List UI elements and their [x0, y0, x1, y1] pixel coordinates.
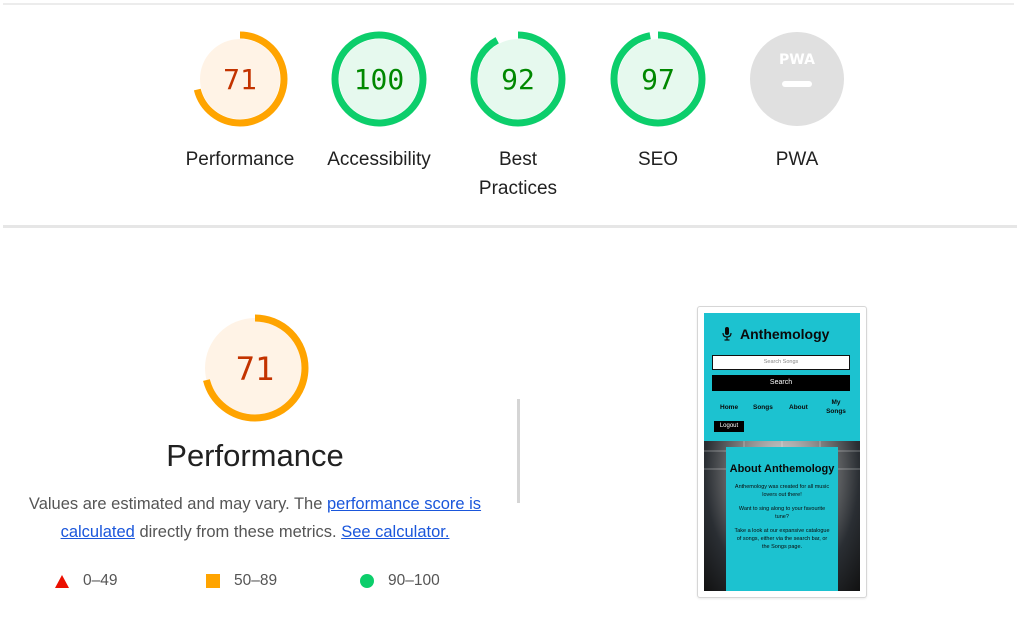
legend-pass: 90–100 — [360, 572, 440, 590]
gauge-seo[interactable]: 97 SEO — [588, 31, 728, 174]
about-card: About Anthemology Anthemology was create… — [726, 447, 838, 591]
pwa-dash-icon — [782, 81, 812, 87]
legend-average: 50–89 — [206, 572, 277, 590]
score-legend: 0–49 50–89 90–100 — [55, 572, 475, 596]
site-search-button[interactable]: Search — [712, 375, 850, 391]
site-nav: Home Songs About My Songs — [714, 398, 854, 419]
final-screenshot-thumbnail[interactable]: Anthemology Search Songs Search Home Son… — [697, 306, 867, 598]
about-card-paragraph: Anthemology was created for all music lo… — [734, 484, 830, 498]
site-nav-home[interactable]: Home — [720, 404, 738, 411]
vertical-divider — [517, 399, 520, 503]
gauge-label-performance: Performance — [185, 149, 295, 170]
performance-description: Values are estimated and may vary. The p… — [20, 490, 490, 546]
circle-icon — [360, 574, 374, 588]
gauge-label-best-practices: Best Practices — [478, 149, 558, 199]
gauge-accessibility[interactable]: 100 Accessibility — [309, 31, 449, 174]
big-gauge-score: 71 — [236, 350, 275, 388]
legend-range: 50–89 — [234, 572, 278, 589]
site-brand[interactable]: Anthemology — [722, 326, 829, 342]
gauge-label-seo: SEO — [637, 149, 679, 170]
legend-range: 90–100 — [388, 572, 440, 589]
accessibility-gauge-ring: 100 — [331, 31, 427, 127]
square-icon — [206, 574, 220, 588]
gauge-score: 71 — [223, 63, 257, 96]
site-header: Anthemology Search Songs Search Home Son… — [704, 313, 860, 441]
performance-title: Performance — [166, 438, 344, 473]
triangle-icon — [55, 574, 69, 588]
legend-range: 0–49 — [83, 572, 118, 589]
gauge-best-practices[interactable]: 92 Best Practices — [448, 31, 588, 203]
site-nav-about[interactable]: About — [789, 404, 808, 411]
screenshot-screen: Anthemology Search Songs Search Home Son… — [704, 313, 860, 591]
gauge-score: 100 — [354, 63, 405, 96]
site-logout-button[interactable]: Logout — [714, 421, 744, 432]
seo-gauge-ring: 97 — [610, 31, 706, 127]
site-brand-name: Anthemology — [740, 326, 830, 342]
section-divider — [3, 225, 1017, 228]
desc-middle: directly from these metrics. — [134, 523, 342, 541]
pwa-badge-text: PWA — [779, 52, 815, 68]
about-card-paragraph: Take a look at our expansive catalogue o… — [734, 528, 830, 550]
pwa-badge-bg — [750, 32, 844, 126]
about-card-title: About Anthemology — [729, 463, 835, 475]
microphone-icon — [722, 327, 732, 341]
category-gauges: 71 Performance 100 Accessibility 92 Best… — [170, 31, 870, 201]
site-nav-my-songs[interactable]: My Songs — [824, 398, 848, 416]
about-card-paragraph: Want to sing along to your favourite tun… — [738, 506, 826, 520]
top-divider — [3, 3, 1014, 5]
gauge-pwa[interactable]: PWA PWA — [727, 31, 867, 174]
gauge-label-accessibility: Accessibility — [327, 149, 431, 170]
pwa-badge-icon: PWA — [750, 32, 844, 126]
performance-big-gauge-ring: 71 — [201, 314, 309, 422]
legend-fail: 0–49 — [55, 572, 117, 590]
performance-big-gauge: 71 — [201, 314, 309, 427]
gauge-label-pwa: PWA — [775, 149, 819, 170]
gauge-score: 92 — [501, 63, 535, 96]
best-practices-gauge-ring: 92 — [470, 31, 566, 127]
site-search-input[interactable]: Search Songs — [712, 355, 850, 370]
gauge-performance[interactable]: 71 Performance — [170, 31, 310, 174]
site-nav-songs[interactable]: Songs — [753, 404, 773, 411]
gauge-score: 97 — [641, 63, 675, 96]
performance-gauge-ring: 71 — [192, 31, 288, 127]
see-calculator-link[interactable]: See calculator. — [341, 523, 449, 541]
desc-prefix: Values are estimated and may vary. The — [28, 495, 327, 513]
